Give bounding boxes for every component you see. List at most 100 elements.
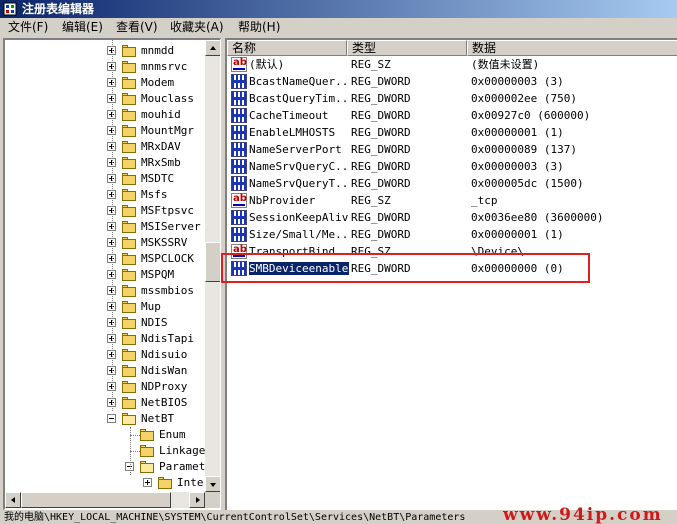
value-row-size-small-me[interactable]: Size/Small/Me... REG_DWORD 0x00000001 (1) — [227, 226, 675, 243]
title-bar[interactable]: 注册表编辑器 — [0, 0, 677, 18]
tree-item-mspqm[interactable]: MSPQM — [5, 267, 205, 283]
menu-view[interactable]: 查看(V) — [114, 19, 160, 35]
tree-item-mouhid[interactable]: mouhid — [5, 107, 205, 123]
window-title: 注册表编辑器 — [22, 2, 95, 16]
column-header-data[interactable]: 数据 — [467, 40, 677, 56]
tree-item-ndproxy[interactable]: NDProxy — [5, 379, 205, 395]
folder-icon — [121, 380, 137, 393]
tree-item-inte[interactable]: Inte — [5, 475, 205, 491]
arrow-up-icon — [210, 46, 216, 50]
tree-scroll-thumb[interactable] — [205, 242, 220, 282]
value-type: REG_DWORD — [351, 126, 411, 139]
tree-connector — [112, 40, 113, 411]
scroll-left-button[interactable] — [5, 492, 21, 508]
dword-value-icon — [231, 74, 247, 89]
tree-item-mountmgr[interactable]: MountMgr — [5, 123, 205, 139]
folder-icon — [121, 76, 137, 89]
tree-item-netbios[interactable]: NetBIOS — [5, 395, 205, 411]
folder-icon — [139, 444, 155, 457]
value-row-cachetimeout[interactable]: CacheTimeout REG_DWORD 0x00927c0 (600000) — [227, 107, 675, 124]
value-row-[interactable]: ab (默认) REG_SZ (数值未设置) — [227, 56, 675, 73]
scroll-up-button[interactable] — [205, 40, 220, 56]
value-row-enablelmhosts[interactable]: EnableLMHOSTS REG_DWORD 0x00000001 (1) — [227, 124, 675, 141]
folder-icon — [121, 364, 137, 377]
value-row-namesrvqueryc[interactable]: NameSrvQueryC... REG_DWORD 0x00000003 (3) — [227, 158, 675, 175]
value-row-bcastnamequer[interactable]: BcastNameQuer... REG_DWORD 0x00000003 (3) — [227, 73, 675, 90]
tree-vertical-scrollbar[interactable] — [205, 40, 220, 492]
tree-item-label: MRxDAV — [141, 140, 181, 153]
folder-icon — [121, 108, 137, 121]
tree-item-msfs[interactable]: Msfs — [5, 187, 205, 203]
value-type: REG_DWORD — [351, 75, 411, 88]
tree-item-label: MSDTC — [141, 172, 175, 185]
menu-favorites[interactable]: 收藏夹(A) — [168, 19, 226, 35]
tree-item-mskssrv[interactable]: MSKSSRV — [5, 235, 205, 251]
tree-item-paramet[interactable]: Paramet — [5, 459, 205, 475]
tree-hscroll-thumb[interactable] — [21, 492, 171, 508]
value-name: SessionKeepAlive — [249, 211, 349, 224]
registry-tree-pane[interactable]: mnmdd mnmsrvc Modem Mouclass mouhid MountMgr M… — [3, 38, 221, 510]
value-name: NameServerPort — [249, 143, 342, 156]
tree-item-mspclock[interactable]: MSPCLOCK — [5, 251, 205, 267]
value-name: CacheTimeout — [249, 109, 329, 122]
tree-item-mouclass[interactable]: Mouclass — [5, 91, 205, 107]
value-row-sessionkeepalive[interactable]: SessionKeepAlive REG_DWORD 0x0036ee80 (360… — [227, 209, 675, 226]
tree-item-label: Paramet — [159, 460, 206, 473]
value-name: BcastQueryTim... — [249, 92, 349, 105]
scroll-right-button[interactable] — [189, 492, 205, 508]
expand-icon[interactable] — [143, 478, 152, 487]
value-row-nbprovider[interactable]: ab NbProvider REG_SZ _tcp — [227, 192, 675, 209]
value-name: NameSrvQueryC... — [249, 160, 349, 173]
tree-item-mssmbios[interactable]: mssmbios — [5, 283, 205, 299]
folder-icon — [121, 268, 137, 281]
value-data: _tcp — [471, 194, 498, 207]
tree-item-label: Linkage — [159, 444, 206, 457]
arrow-left-icon — [11, 497, 15, 503]
folder-icon — [121, 60, 137, 73]
tree-item-modem[interactable]: Modem — [5, 75, 205, 91]
column-header-name[interactable]: 名称 — [227, 40, 347, 56]
tree-item-mnmdd[interactable]: mnmdd — [5, 43, 205, 59]
tree-item-label: Mouclass — [141, 92, 194, 105]
value-row-nameserverport[interactable]: NameServerPort REG_DWORD 0x00000089 (137) — [227, 141, 675, 158]
collapse-icon[interactable] — [107, 414, 116, 423]
tree-item-msdtc[interactable]: MSDTC — [5, 171, 205, 187]
dword-value-icon — [231, 108, 247, 123]
tree-item-label: NetBIOS — [141, 396, 188, 409]
tree-item-msftpsvc[interactable]: MSFtpsvc — [5, 203, 205, 219]
value-data: 0x00000089 (137) — [471, 143, 577, 156]
folder-icon — [121, 92, 137, 105]
menu-help[interactable]: 帮助(H) — [236, 19, 282, 35]
dword-value-icon — [231, 210, 247, 225]
value-data: 0x000002ee (750) — [471, 92, 577, 105]
scroll-down-button[interactable] — [205, 476, 220, 492]
tree-item-ndis[interactable]: NDIS — [5, 315, 205, 331]
folder-icon — [121, 316, 137, 329]
tree-item-mrxdav[interactable]: MRxDAV — [5, 139, 205, 155]
tree-item-ndisuio[interactable]: Ndisuio — [5, 347, 205, 363]
tree-item-linkage[interactable]: Linkage — [5, 443, 205, 459]
tree-item-label: mssmbios — [141, 284, 194, 297]
value-row-namesrvqueryt[interactable]: NameSrvQueryT... REG_DWORD 0x000005dc (150… — [227, 175, 675, 192]
highlight-box — [221, 253, 590, 283]
arrow-down-icon — [210, 483, 216, 487]
tree-item-netbt[interactable]: NetBT — [5, 411, 205, 427]
tree-item-mup[interactable]: Mup — [5, 299, 205, 315]
tree-item-mrxsmb[interactable]: MRxSmb — [5, 155, 205, 171]
value-data: 0x00927c0 (600000) — [471, 109, 591, 122]
menu-file[interactable]: 文件(F) — [6, 19, 50, 35]
watermark: www.94ip.com — [503, 505, 663, 524]
scrollbar-corner — [205, 492, 220, 508]
folder-icon — [121, 332, 137, 345]
tree-horizontal-scrollbar[interactable] — [5, 492, 205, 508]
string-value-icon: ab — [231, 193, 247, 208]
value-row-bcastquerytim[interactable]: BcastQueryTim... REG_DWORD 0x000002ee (750… — [227, 90, 675, 107]
tree-item-mnmsrvc[interactable]: mnmsrvc — [5, 59, 205, 75]
menu-edit[interactable]: 编辑(E) — [60, 19, 105, 35]
tree-item-msiserver[interactable]: MSIServer — [5, 219, 205, 235]
tree-item-ndiswan[interactable]: NdisWan — [5, 363, 205, 379]
tree-item-enum[interactable]: Enum — [5, 427, 205, 443]
tree-item-ndistapi[interactable]: NdisTapi — [5, 331, 205, 347]
value-data: 0x00000001 (1) — [471, 126, 564, 139]
column-header-type[interactable]: 类型 — [347, 40, 467, 56]
